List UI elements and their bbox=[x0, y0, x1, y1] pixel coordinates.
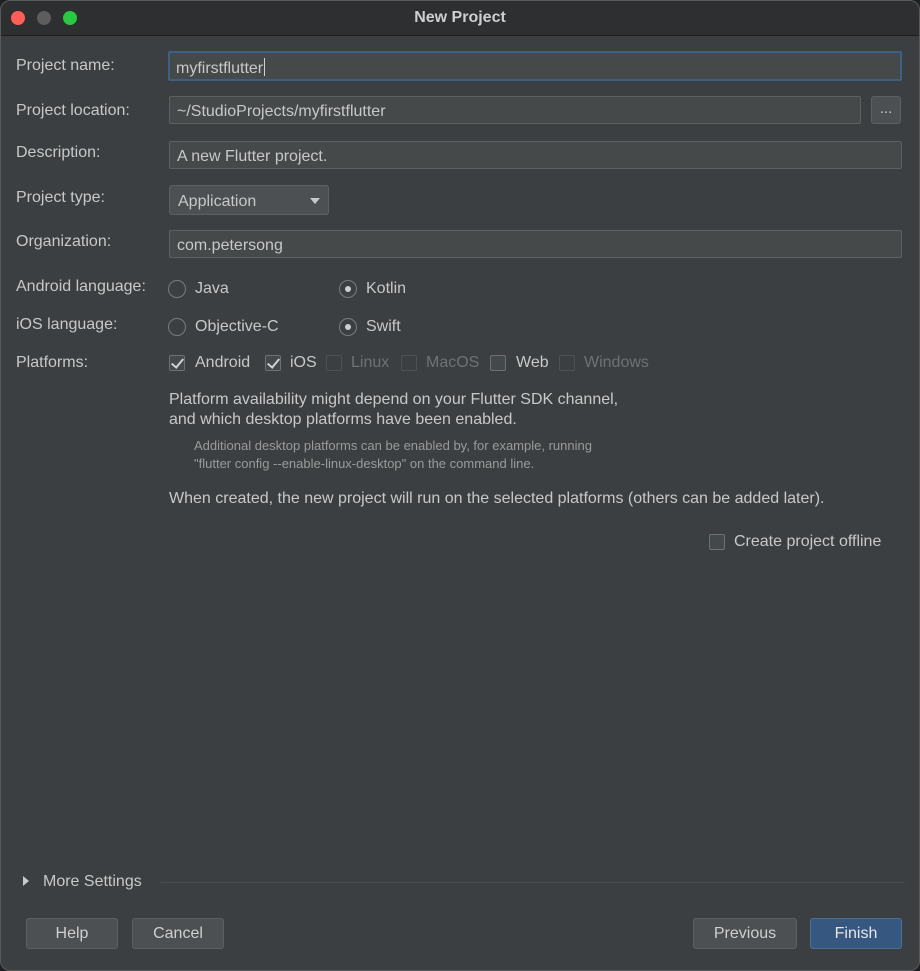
checkbox-web[interactable] bbox=[490, 355, 506, 371]
checkbox-ios[interactable] bbox=[265, 355, 281, 371]
radio-kotlin-label[interactable]: Kotlin bbox=[366, 280, 406, 298]
checkbox-create-offline[interactable] bbox=[709, 534, 725, 550]
radio-java[interactable] bbox=[168, 280, 186, 298]
project-name-label: Project name: bbox=[16, 57, 115, 74]
finish-button[interactable]: Finish bbox=[810, 918, 902, 949]
checkbox-macos bbox=[401, 355, 417, 371]
checkbox-linux bbox=[326, 355, 342, 371]
availability-note-line2: and which desktop platforms have been en… bbox=[169, 411, 517, 428]
radio-objective-c[interactable] bbox=[168, 318, 186, 336]
window-title: New Project bbox=[414, 9, 506, 26]
organization-label: Organization: bbox=[16, 233, 112, 250]
radio-swift-label[interactable]: Swift bbox=[366, 318, 401, 336]
availability-note-line1: Platform availability might depend on yo… bbox=[169, 391, 619, 408]
more-settings-divider bbox=[161, 882, 905, 883]
ios-language-label: iOS language: bbox=[16, 316, 118, 333]
text-caret bbox=[264, 58, 266, 76]
checkbox-windows bbox=[559, 355, 575, 371]
radio-kotlin[interactable] bbox=[339, 280, 357, 298]
description-label: Description: bbox=[16, 144, 101, 161]
project-name-input[interactable]: myfirstflutter bbox=[168, 51, 902, 81]
desktop-hint-line1: Additional desktop platforms can be enab… bbox=[194, 438, 592, 453]
help-button[interactable]: Help bbox=[26, 918, 118, 949]
new-project-dialog: New Project Project name: myfirstflutter… bbox=[0, 0, 920, 971]
project-type-dropdown[interactable]: Application bbox=[169, 185, 329, 215]
created-platforms-note: When created, the new project will run o… bbox=[169, 490, 825, 507]
browse-location-button[interactable]: ... bbox=[871, 96, 901, 124]
description-input[interactable]: A new Flutter project. bbox=[169, 141, 902, 169]
platforms-label: Platforms: bbox=[16, 354, 89, 371]
chevron-down-icon bbox=[310, 198, 320, 204]
project-name-value: myfirstflutter bbox=[176, 60, 264, 77]
project-type-label: Project type: bbox=[16, 189, 105, 206]
project-location-input[interactable]: ~/StudioProjects/myfirstflutter bbox=[169, 96, 861, 124]
radio-java-label[interactable]: Java bbox=[195, 280, 229, 298]
cancel-button[interactable]: Cancel bbox=[132, 918, 224, 949]
title-bar: New Project bbox=[1, 1, 919, 36]
checkbox-android-label[interactable]: Android bbox=[195, 354, 250, 372]
previous-button[interactable]: Previous bbox=[693, 918, 797, 949]
more-settings-toggle[interactable]: More Settings bbox=[43, 873, 142, 891]
checkbox-macos-label: MacOS bbox=[426, 354, 480, 371]
android-language-label: Android language: bbox=[16, 278, 146, 295]
project-location-label: Project location: bbox=[16, 102, 130, 119]
radio-swift[interactable] bbox=[339, 318, 357, 336]
checkbox-ios-label[interactable]: iOS bbox=[290, 354, 317, 372]
checkbox-web-label[interactable]: Web bbox=[516, 354, 549, 372]
expand-arrow-icon[interactable] bbox=[23, 876, 29, 886]
radio-objective-c-label[interactable]: Objective-C bbox=[195, 318, 279, 336]
desktop-hint-line2: "flutter config --enable-linux-desktop" … bbox=[194, 456, 535, 471]
create-offline-label[interactable]: Create project offline bbox=[734, 533, 881, 551]
checkbox-windows-label: Windows bbox=[584, 354, 649, 371]
checkbox-linux-label: Linux bbox=[351, 354, 390, 371]
organization-input[interactable]: com.petersong bbox=[169, 230, 902, 258]
project-type-selected: Application bbox=[178, 193, 257, 210]
checkbox-android[interactable] bbox=[169, 355, 185, 371]
